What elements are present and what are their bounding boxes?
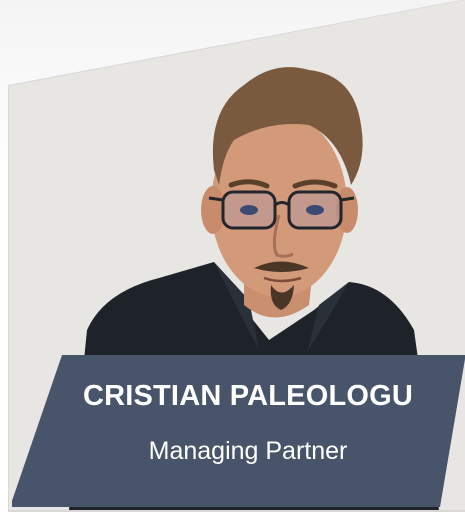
profile-card-stage: CRISTIAN PALEOLOGU Managing Partner [0, 0, 465, 518]
glasses-arm-left [208, 196, 224, 202]
portrait-eye-right [306, 205, 324, 215]
person-name: CRISTIAN PALEOLOGU [82, 380, 414, 412]
person-role: Managing Partner [148, 437, 348, 465]
portrait-eye-left [240, 205, 258, 215]
glasses-arm-right [340, 196, 355, 202]
name-banner [12, 355, 465, 507]
portrait-ear-left [201, 186, 225, 234]
